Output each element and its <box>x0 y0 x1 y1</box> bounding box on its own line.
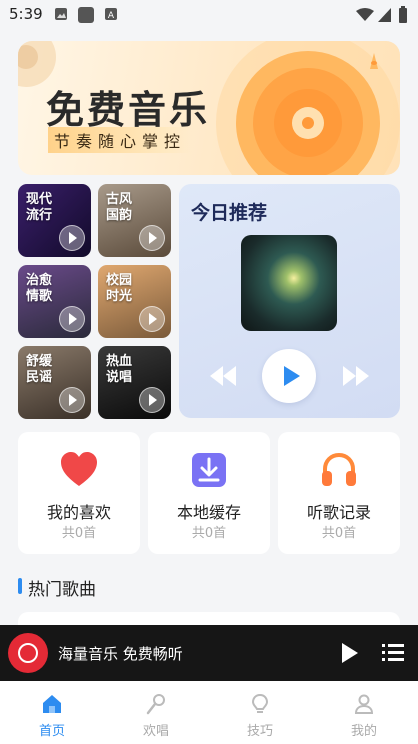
svg-text:A: A <box>108 11 115 21</box>
download-icon <box>192 453 226 487</box>
tab-label: 首页 <box>38 724 65 739</box>
category-tile-rap[interactable]: 热血 说唱 <box>98 346 171 419</box>
play-icon[interactable] <box>59 387 85 413</box>
play-icon[interactable] <box>139 387 165 413</box>
lightbulb-icon <box>251 693 269 713</box>
category-tile-campus[interactable]: 校园 时光 <box>98 265 171 338</box>
category-tile-pop[interactable]: 现代 流行 <box>18 184 91 257</box>
tab-tips[interactable]: 技巧 <box>208 681 312 744</box>
play-icon[interactable] <box>139 306 165 332</box>
mini-player-text: 海量音乐 免费畅听 <box>58 645 183 663</box>
heart-icon <box>61 452 97 486</box>
banner-title: 免费音乐 <box>46 87 211 132</box>
promo-banner[interactable]: 免费音乐 节奏随心掌控 <box>18 41 400 175</box>
status-bar: 5:39 A <box>0 0 418 30</box>
play-icon[interactable] <box>59 225 85 251</box>
mini-player[interactable]: 海量音乐 免费畅听 <box>0 625 418 681</box>
tile-label: 校园 时光 <box>106 273 133 304</box>
signal-icon <box>378 8 391 22</box>
player-logo[interactable] <box>8 633 48 673</box>
tab-label: 欢唱 <box>142 724 169 739</box>
mini-play-icon[interactable] <box>342 643 358 663</box>
tab-mine[interactable]: 我的 <box>312 681 416 744</box>
bottom-tab-bar: 首页 欢唱 技巧 我的 <box>0 681 418 744</box>
tile-label: 治愈 情歌 <box>26 273 53 304</box>
wifi-icon <box>356 8 374 21</box>
home-icon <box>43 695 61 713</box>
card-title: 听歌记录 <box>306 503 371 522</box>
category-tile-classical[interactable]: 古风 国韵 <box>98 184 171 257</box>
image-notification-icon <box>55 8 67 20</box>
tile-label: 现代 流行 <box>26 192 53 223</box>
microphone-icon <box>146 694 165 715</box>
category-tile-folk[interactable]: 舒缓 民谣 <box>18 346 91 419</box>
card-count: 共0首 <box>61 526 97 541</box>
text-notification-icon: A <box>105 8 117 21</box>
today-title: 今日推荐 <box>191 202 268 224</box>
listen-history-card[interactable]: 听歌记录 共0首 <box>278 432 400 554</box>
play-icon[interactable] <box>59 306 85 332</box>
card-title: 本地缓存 <box>176 503 241 522</box>
today-recommend-card[interactable]: 今日推荐 <box>179 184 400 418</box>
previous-icon[interactable] <box>209 365 237 387</box>
tile-label: 舒缓 民谣 <box>26 354 53 385</box>
album-cover[interactable] <box>241 235 337 331</box>
section-indicator <box>18 578 22 594</box>
tile-label: 热血 说唱 <box>106 354 133 385</box>
card-title: 我的喜欢 <box>46 503 111 522</box>
my-favorites-card[interactable]: 我的喜欢 共0首 <box>18 432 140 554</box>
card-count: 共0首 <box>321 526 357 541</box>
tab-label: 我的 <box>350 724 377 739</box>
status-time: 5:39 <box>9 5 43 23</box>
user-icon <box>354 694 374 714</box>
play-button[interactable] <box>262 349 316 403</box>
app-notification-icon <box>78 7 94 23</box>
tab-label: 技巧 <box>246 724 273 739</box>
card-count: 共0首 <box>191 526 227 541</box>
banner-subtitle: 节奏随心掌控 <box>48 127 193 153</box>
battery-icon <box>399 6 407 23</box>
tab-home[interactable]: 首页 <box>0 681 104 744</box>
play-icon[interactable] <box>139 225 165 251</box>
category-tile-healing[interactable]: 治愈 情歌 <box>18 265 91 338</box>
tile-label: 古风 国韵 <box>106 192 133 223</box>
headphones-icon <box>322 452 356 486</box>
next-icon[interactable] <box>342 365 370 387</box>
hot-songs-title: 热门歌曲 <box>28 580 96 600</box>
local-cache-card[interactable]: 本地缓存 共0首 <box>148 432 270 554</box>
tab-sing[interactable]: 欢唱 <box>104 681 208 744</box>
playlist-icon[interactable] <box>382 642 404 664</box>
